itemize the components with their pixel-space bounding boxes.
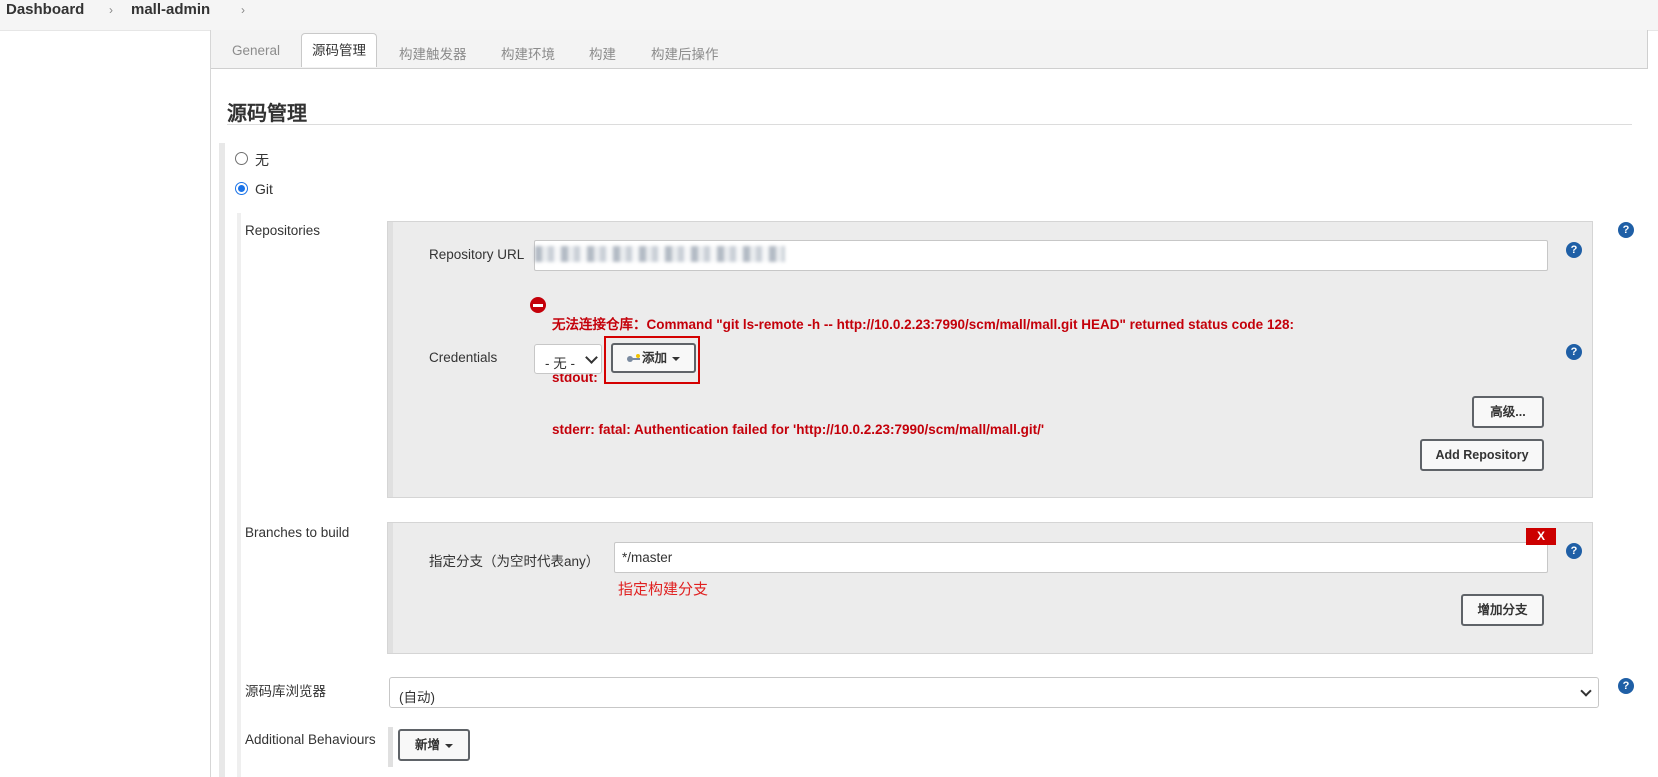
radio-none-label[interactable]: 无	[255, 150, 269, 170]
branch-specifier-label: 指定分支（为空时代表any）	[429, 554, 600, 569]
add-behaviour-button[interactable]: 新增	[398, 729, 470, 761]
tab-build-environment[interactable]: 构建环境	[501, 43, 555, 63]
branch-panel-handle[interactable]	[388, 523, 393, 653]
tab-general[interactable]: General	[232, 43, 280, 58]
help-icon[interactable]: ?	[1566, 344, 1582, 360]
help-icon[interactable]: ?	[1566, 242, 1582, 258]
radio-git[interactable]	[235, 182, 248, 195]
breadcrumb-mall-admin[interactable]: mall-admin	[131, 1, 210, 18]
breadcrumb-dashboard[interactable]: Dashboard	[6, 1, 84, 18]
advanced-button[interactable]: 高级...	[1472, 396, 1544, 428]
radio-git-label[interactable]: Git	[255, 181, 273, 197]
help-icon[interactable]: ?	[1618, 678, 1634, 694]
add-branch-button[interactable]: 增加分支	[1461, 594, 1544, 626]
repository-browser-selected: (自动)	[399, 690, 435, 705]
radio-none[interactable]	[235, 152, 248, 165]
help-icon[interactable]: ?	[1566, 543, 1582, 559]
error-icon	[530, 297, 546, 313]
breadcrumb: Dashboard › mall-admin ›	[0, 0, 1658, 31]
add-credentials-button[interactable]: 添加	[611, 343, 696, 373]
error-line-1: 无法连接仓库：Command "git ls-remote -h -- http…	[552, 317, 1294, 332]
repository-browser-label: 源码库浏览器	[245, 684, 326, 699]
add-credentials-label: 添加	[641, 351, 667, 365]
additional-behaviours-label: Additional Behaviours	[245, 732, 376, 747]
redacted-url-text	[535, 246, 785, 262]
repository-url-label: Repository URL	[429, 247, 525, 262]
help-icon[interactable]: ?	[1618, 222, 1634, 238]
add-repository-button[interactable]: Add Repository	[1420, 439, 1544, 471]
repositories-label: Repositories	[245, 223, 321, 238]
caret-down-icon	[672, 356, 680, 361]
caret-down-icon	[445, 743, 453, 748]
behaviours-panel-handle[interactable]	[388, 727, 393, 767]
credentials-select[interactable]: - 无 -	[534, 344, 602, 374]
repository-panel-handle[interactable]	[388, 222, 393, 497]
branch-annotation: 指定构建分支	[618, 581, 709, 598]
credentials-selected-value: - 无 -	[545, 356, 575, 371]
section-title: 源码管理	[227, 103, 307, 125]
tab-source-management[interactable]: 源码管理	[301, 33, 377, 67]
chevron-down-icon	[585, 351, 598, 364]
chevron-right-icon: ›	[109, 3, 113, 17]
credentials-label: Credentials	[429, 350, 498, 365]
add-behaviour-label: 新增	[414, 738, 440, 752]
tab-build-triggers[interactable]: 构建触发器	[399, 43, 467, 63]
chevron-right-icon[interactable]: ›	[241, 3, 245, 17]
section-divider	[227, 124, 1632, 125]
branches-label: Branches to build	[245, 525, 350, 540]
git-indent-bar	[237, 213, 241, 777]
section-indent-bar	[219, 143, 225, 777]
key-icon	[626, 353, 641, 363]
config-tab-bar: General 源码管理 构建触发器 构建环境 构建 构建后操作	[211, 30, 1648, 69]
tab-post-build[interactable]: 构建后操作	[651, 43, 719, 63]
repository-browser-select[interactable]: (自动)	[389, 677, 1599, 708]
tab-build[interactable]: 构建	[589, 43, 616, 63]
delete-branch-button[interactable]: X	[1526, 528, 1556, 545]
panel-left-border	[210, 30, 211, 777]
chevron-down-icon	[1580, 685, 1592, 697]
error-line-3: stderr: fatal: Authentication failed for…	[552, 422, 1045, 437]
branch-specifier-input[interactable]: */master	[614, 542, 1548, 573]
